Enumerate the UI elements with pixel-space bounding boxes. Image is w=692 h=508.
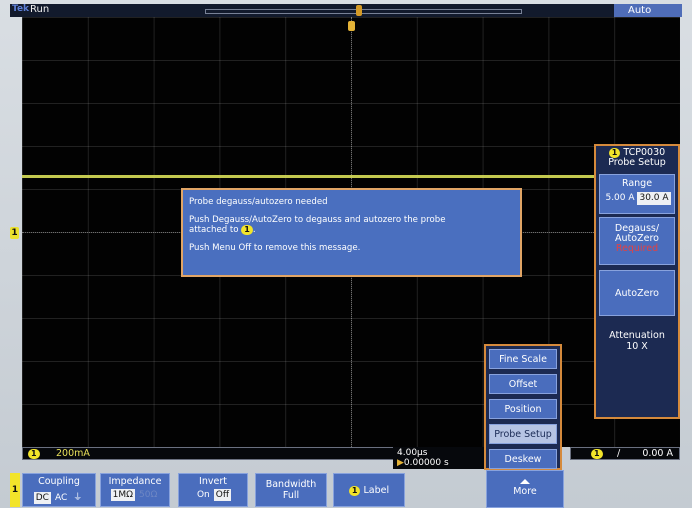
popup-item-fine-scale[interactable]: Fine Scale <box>489 349 557 369</box>
coupling-dc[interactable]: DC <box>33 492 51 504</box>
acquisition-state: Run <box>30 4 50 15</box>
coupling-ground-icon[interactable]: ⏚ <box>71 489 84 504</box>
bottom-menu-bar: 1 Coupling DC AC ⏚ Impedance 1MΩ 50Ω Invert… <box>0 470 692 508</box>
probe-degauss-message: Probe degauss/autozero needed Push Degau… <box>181 188 522 277</box>
channel-1-menu-indicator: 1 <box>10 473 20 507</box>
range-label: Range <box>621 178 653 189</box>
coupling-button[interactable]: Coupling DC AC ⏚ <box>22 473 96 507</box>
impedance-button[interactable]: Impedance 1MΩ 50Ω <box>100 473 170 507</box>
trigger-mode: Auto <box>614 4 682 17</box>
invert-off[interactable]: Off <box>213 489 232 501</box>
impedance-50ohm[interactable]: 50Ω <box>137 489 159 501</box>
channel-1-badge: 1 <box>28 449 40 459</box>
range-button[interactable]: Range 5.00 A 30.0 A <box>599 174 675 214</box>
trigger-channel-badge: 1 <box>591 449 603 459</box>
trigger-readout[interactable]: 1 ∕ 0.00 A <box>570 447 680 460</box>
trigger-point-icon <box>348 21 355 31</box>
invert-label: Invert <box>199 476 227 487</box>
attenuation-value: 10 X <box>626 341 648 352</box>
coupling-label: Coupling <box>38 476 80 487</box>
bandwidth-button[interactable]: Bandwidth Full <box>255 473 327 507</box>
trigger-slope-icon: ∕ <box>617 448 621 459</box>
side-menu-header: 1 TCP0030 Probe Setup <box>596 148 678 168</box>
record-view-bar <box>205 9 522 14</box>
delay-icon: ▶ <box>397 458 404 468</box>
impedance-label: Impedance <box>108 476 162 487</box>
probe-setup-side-menu: 1 TCP0030 Probe Setup Range 5.00 A 30.0 A… <box>594 144 680 419</box>
channel-1-waveform <box>22 175 680 178</box>
channel-1-badge: 1 <box>348 486 361 496</box>
trigger-level: 0.00 A <box>642 448 673 459</box>
brand-logo: Tek <box>12 4 30 14</box>
bandwidth-value: Full <box>282 490 300 501</box>
more-button[interactable]: More <box>486 470 564 508</box>
more-label: More <box>513 486 537 497</box>
message-instruction: Push Degauss/AutoZero to degauss and aut… <box>189 215 446 235</box>
popup-item-position[interactable]: Position <box>489 399 557 419</box>
side-menu-title: Probe Setup <box>608 157 666 168</box>
coupling-ac[interactable]: AC <box>53 492 69 504</box>
invert-on[interactable]: On <box>195 489 212 501</box>
vertical-scale: 200mA <box>56 448 90 459</box>
degauss-autozero-button[interactable]: Degauss/ AutoZero Required <box>599 217 675 265</box>
channel-1-badge: 1 <box>241 225 253 235</box>
autozero-button[interactable]: AutoZero <box>599 270 675 316</box>
range-option-30a[interactable]: 30.0 A <box>637 192 671 205</box>
channel-1-scale-readout[interactable]: 1 200mA <box>22 447 394 460</box>
invert-button[interactable]: Invert On Off <box>178 473 248 507</box>
more-popup-menu: Fine Scale Offset Position Probe Setup D… <box>484 344 562 470</box>
message-dismiss-hint: Push Menu Off to remove this message. <box>189 243 361 253</box>
horizontal-readout[interactable]: 4.00µs ▶0.00000 s <box>393 447 484 469</box>
label-button[interactable]: 1 Label <box>333 473 405 507</box>
message-title: Probe degauss/autozero needed <box>189 197 328 207</box>
channel-1-ground-marker[interactable]: 1 <box>10 227 19 239</box>
oscilloscope-screen: Tek Run Auto 1 Probe degauss/autozero ne… <box>0 0 692 508</box>
bandwidth-label: Bandwidth <box>265 479 317 490</box>
label-button-text: Label <box>363 485 390 496</box>
chevron-up-icon <box>520 479 530 484</box>
time-delay-value: 0.00000 s <box>403 458 449 468</box>
attenuation-readout: Attenuation 10 X <box>609 330 665 352</box>
status-bar: Tek Run Auto <box>10 4 682 17</box>
popup-item-probe-setup[interactable]: Probe Setup <box>489 424 557 444</box>
impedance-1mohm[interactable]: 1MΩ <box>110 489 136 501</box>
degauss-status: Required <box>615 243 659 254</box>
trigger-position-icon <box>356 5 362 16</box>
range-option-5a[interactable]: 5.00 A <box>603 192 637 205</box>
popup-item-offset[interactable]: Offset <box>489 374 557 394</box>
popup-item-deskew[interactable]: Deskew <box>489 449 557 469</box>
timebase-value: 4.00µs <box>397 448 428 458</box>
